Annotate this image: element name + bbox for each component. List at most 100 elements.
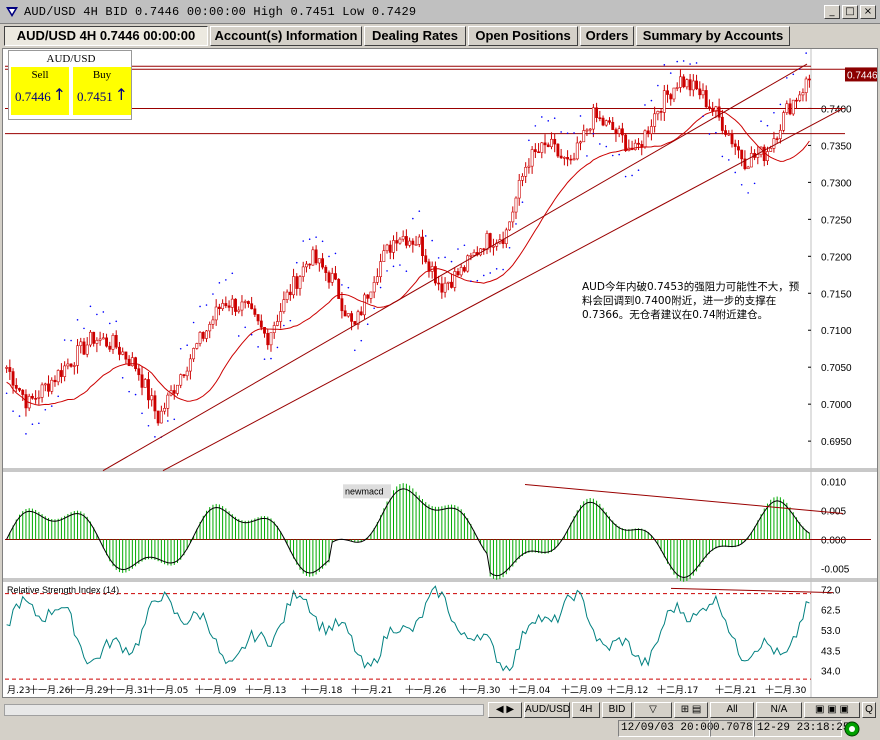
x-tick-label: 十一月.05 xyxy=(147,684,188,696)
candle-body xyxy=(21,389,25,395)
tab-open-positions[interactable]: Open Positions xyxy=(468,26,578,46)
parabolic-sar-dot xyxy=(276,346,279,349)
candle-body xyxy=(37,397,41,399)
candle-body xyxy=(382,250,386,262)
candle-body xyxy=(227,305,231,308)
candle-body xyxy=(95,340,99,344)
candle-body xyxy=(440,283,444,293)
panel-separator xyxy=(3,468,877,472)
candle-body xyxy=(66,363,70,367)
candle-body xyxy=(56,370,60,383)
candle-body xyxy=(546,144,550,148)
candle-body xyxy=(492,245,495,248)
all-button[interactable]: All xyxy=(710,702,754,718)
tab-summary-by-accounts[interactable]: Summary by Accounts xyxy=(636,26,790,46)
candle-body xyxy=(456,271,460,276)
candle-body xyxy=(43,383,47,386)
candle-body xyxy=(472,252,476,256)
chart-area[interactable]: 0.7400 0.7350 0.7300 0.7250 0.7200 0.7150 0.71… xyxy=(2,48,878,698)
parabolic-sar-dot xyxy=(347,286,350,289)
candle-body xyxy=(733,143,737,147)
candle-body xyxy=(556,143,560,157)
candle-body xyxy=(385,244,389,252)
candle-body xyxy=(230,298,234,308)
parabolic-sar-dot xyxy=(592,132,595,135)
parabolic-sar-dot xyxy=(760,120,762,123)
candle-body xyxy=(485,233,489,250)
candle-body xyxy=(243,301,247,303)
parabolic-sar-dot xyxy=(637,169,640,172)
parabolic-sar-dot xyxy=(44,408,47,411)
candle-body xyxy=(40,384,44,398)
symbol-button[interactable]: AUD/USD xyxy=(524,702,570,718)
parabolic-sar-dot xyxy=(250,333,253,336)
scroll-buttons[interactable]: ◀ ▶ xyxy=(488,702,522,718)
parabolic-sar-dot xyxy=(173,418,176,421)
sell-button[interactable]: Sell 0.7446 ↑ xyxy=(11,67,69,115)
candle-body xyxy=(550,138,553,148)
candle-body xyxy=(150,395,154,401)
parabolic-sar-dot xyxy=(702,115,704,118)
candle-body xyxy=(282,299,286,312)
x-tick-label: 十一月.18 xyxy=(301,684,343,696)
parabolic-sar-dot xyxy=(237,335,240,337)
candle-body xyxy=(217,306,221,309)
parabolic-sar-dot xyxy=(721,155,724,158)
candle-body xyxy=(737,146,740,151)
window-title: AUD/USD 4H BID 0.7446 00:00:00 High 0.74… xyxy=(24,5,417,19)
candle-body xyxy=(688,79,692,91)
candle-body xyxy=(179,374,183,386)
candle-body xyxy=(772,138,776,149)
parabolic-sar-dot xyxy=(115,320,118,323)
candle-body xyxy=(620,128,624,136)
candle-body xyxy=(527,165,531,168)
candle-body xyxy=(314,249,318,264)
chart-scrollbar[interactable] xyxy=(4,704,484,716)
candle-body xyxy=(185,370,189,377)
candle-body xyxy=(540,142,544,153)
candle-body xyxy=(414,244,418,246)
candle-body xyxy=(698,88,702,96)
parabolic-sar-dot xyxy=(586,155,588,157)
parabolic-sar-dot xyxy=(476,279,479,282)
parabolic-sar-dot xyxy=(599,143,601,145)
rsi-line xyxy=(6,585,810,672)
parabolic-sar-dot xyxy=(650,99,653,102)
chart-tools-button[interactable]: ⊞ ▤ xyxy=(674,702,708,718)
chart-type-button[interactable]: ▣ ▣ ▣ xyxy=(804,702,860,718)
candle-body xyxy=(159,410,163,424)
status-datetime: 12/09/03 20:00 xyxy=(618,720,713,737)
price-tick-label: 0.7350 xyxy=(821,141,852,152)
price-tick-label: 0.7250 xyxy=(821,215,852,226)
tab-dealing-rates[interactable]: Dealing Rates xyxy=(364,26,466,46)
x-tick-label: 十一月.29 xyxy=(67,684,109,696)
timeframe-button[interactable]: 4H xyxy=(572,702,600,718)
tab-orders[interactable]: Orders xyxy=(580,26,634,46)
tab-chart[interactable]: AUD/USD 4H 0.7446 00:00:00 xyxy=(4,26,208,46)
candle-body xyxy=(130,357,134,367)
close-button[interactable]: × xyxy=(860,5,876,19)
buy-button[interactable]: Buy 0.7451 ↑ xyxy=(73,67,131,115)
price-tick-label: 0.7200 xyxy=(821,252,852,263)
candle-body xyxy=(343,310,347,317)
minimize-button[interactable]: _ xyxy=(824,5,840,19)
drawing-tool-button[interactable]: ▽ xyxy=(634,702,672,718)
x-tick-label: 十一月.09 xyxy=(195,684,237,696)
candle-body xyxy=(379,261,383,277)
price-type-button[interactable]: BID xyxy=(602,702,632,718)
maximize-button[interactable]: □ xyxy=(842,5,858,19)
parabolic-sar-dot xyxy=(792,73,795,76)
q-button[interactable]: Q xyxy=(862,702,876,718)
candle-body xyxy=(617,128,621,134)
macd-signal-line xyxy=(6,488,810,579)
candle-body xyxy=(649,126,653,134)
tab-account-information[interactable]: Account(s) Information xyxy=(210,26,362,46)
candle-body xyxy=(208,324,212,332)
na-button[interactable]: N/A xyxy=(756,702,802,718)
parabolic-sar-dot xyxy=(669,72,672,74)
candle-body xyxy=(421,236,424,257)
candle-body xyxy=(559,155,563,159)
price-tick-label: 0.7100 xyxy=(821,326,852,337)
candle-body xyxy=(234,298,237,312)
candle-body xyxy=(624,134,628,151)
